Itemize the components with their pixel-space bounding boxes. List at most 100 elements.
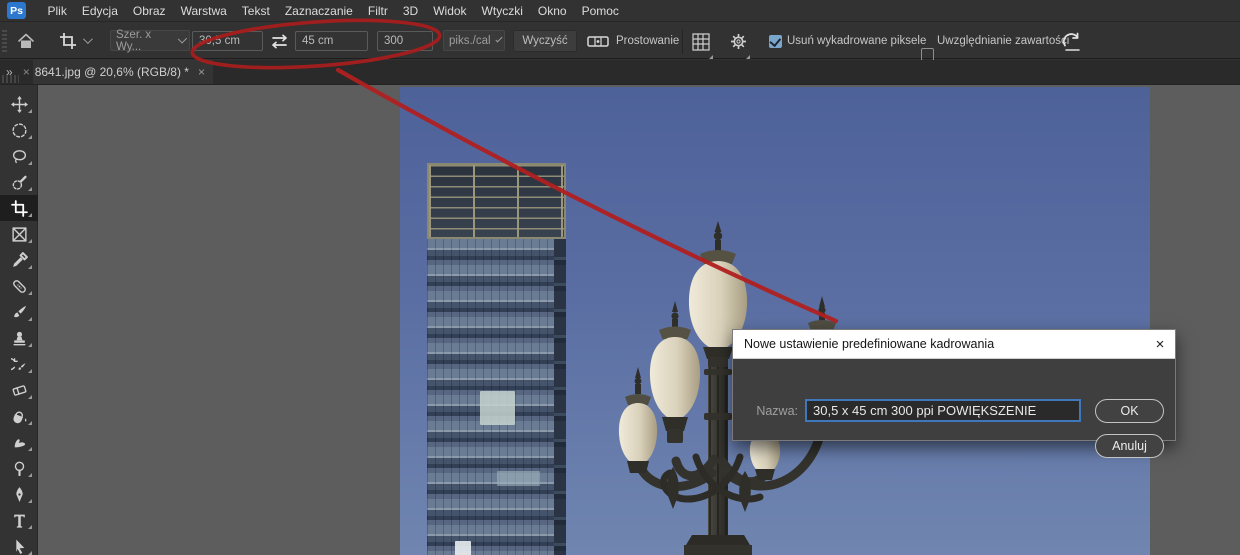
- quick-selection-icon: [11, 174, 28, 191]
- dialog-title-bar[interactable]: Nowe ustawienie predefiniowane kadrowani…: [733, 330, 1175, 359]
- toolbar-grip[interactable]: [2, 75, 19, 83]
- cursor-icon: [11, 538, 28, 555]
- tool-pen[interactable]: [0, 481, 38, 507]
- crop-settings-gear-icon[interactable]: [729, 32, 748, 51]
- tool-dodge[interactable]: [0, 455, 38, 481]
- photoshop-logo-icon: Ps: [7, 2, 26, 19]
- menu-pomoc[interactable]: Pomoc: [574, 0, 626, 22]
- overlay-grid-icon[interactable]: [691, 32, 711, 52]
- lit-window-patch: [455, 541, 471, 555]
- crop-options-bar: Szer. x Wy... piks./cal Wyczyść Prostowa…: [0, 23, 1240, 59]
- workspace: [0, 84, 1240, 555]
- document-tab[interactable]: 8641.jpg @ 20,6% (RGB/8) * ×: [33, 60, 213, 84]
- tool-type[interactable]: [0, 507, 38, 533]
- canvas-image[interactable]: [400, 87, 1150, 555]
- tool-eraser[interactable]: [0, 377, 38, 403]
- preset-chevron-icon: [178, 34, 187, 43]
- gear-flyout-arrow-icon: [746, 55, 750, 59]
- tool-brush[interactable]: [0, 299, 38, 325]
- ok-button[interactable]: OK: [1095, 399, 1164, 423]
- tool-frame[interactable]: [0, 221, 38, 247]
- paint-bucket-icon: [11, 408, 28, 425]
- options-separator: [682, 29, 683, 54]
- unit-chevron-icon: [495, 35, 502, 42]
- tool-lasso[interactable]: [0, 143, 38, 169]
- dialog-title: Nowe ustawienie predefiniowane kadrowani…: [744, 337, 994, 351]
- menu-bar: Ps Plik Edycja Obraz Warstwa Tekst Zazna…: [0, 0, 1240, 22]
- history-brush-icon: [11, 356, 28, 373]
- skyscraper-crown: [427, 163, 566, 239]
- crop-resolution-input[interactable]: [377, 31, 433, 51]
- dialog-close-icon[interactable]: ×: [1145, 330, 1175, 359]
- delete-cropped-pixels-checkbox[interactable]: [769, 35, 782, 48]
- dialog-body: Nazwa: OK Anuluj: [733, 359, 1175, 441]
- tool-paint-bucket[interactable]: [0, 403, 38, 429]
- tool-elliptical-marquee[interactable]: [0, 117, 38, 143]
- stamp-icon: [11, 330, 28, 347]
- eraser-icon: [11, 382, 28, 399]
- menu-okno[interactable]: Okno: [530, 0, 574, 22]
- crop-width-field-wrap: [192, 31, 263, 51]
- lit-window-patch: [497, 471, 540, 486]
- crop-preset-icon[interactable]: [58, 31, 78, 51]
- crop-width-input[interactable]: [192, 31, 263, 51]
- tool-eyedropper[interactable]: [0, 247, 38, 273]
- menu-zaznaczanie[interactable]: Zaznaczanie: [277, 0, 360, 22]
- menu-items: Plik Edycja Obraz Warstwa Tekst Zaznacza…: [40, 0, 626, 22]
- dodge-icon: [11, 460, 28, 477]
- type-icon: [11, 512, 28, 529]
- crop-resolution-field-wrap: [377, 31, 433, 51]
- marquee-icon: [11, 122, 28, 139]
- tab-close-icon[interactable]: ×: [198, 65, 205, 79]
- swap-dimensions-icon[interactable]: [268, 34, 291, 49]
- new-crop-preset-dialog: Nowe ustawienie predefiniowane kadrowani…: [732, 329, 1176, 441]
- grid-flyout-arrow-icon: [709, 55, 713, 59]
- crop-height-input[interactable]: [295, 31, 368, 51]
- smudge-finger-icon: [11, 434, 28, 451]
- skyscraper-side: [554, 239, 566, 555]
- previous-tab-close-icon[interactable]: ×: [23, 65, 30, 79]
- tool-move[interactable]: [0, 91, 38, 117]
- crop-ratio-preset-value: Szer. x Wy...: [116, 29, 173, 53]
- document-tab-label: 8641.jpg @ 20,6% (RGB/8) *: [35, 65, 189, 79]
- crop-icon: [11, 200, 28, 217]
- reset-crop-icon[interactable]: [1061, 31, 1083, 53]
- menu-obraz[interactable]: Obraz: [125, 0, 173, 22]
- tools-panel: [0, 85, 38, 555]
- home-icon[interactable]: [16, 31, 36, 51]
- menu-tekst[interactable]: Tekst: [234, 0, 277, 22]
- tool-history-brush[interactable]: [0, 351, 38, 377]
- crop-preset-chevron-icon[interactable]: [83, 34, 93, 44]
- skyscraper: [427, 163, 566, 555]
- name-label: Nazwa:: [754, 404, 798, 418]
- content-aware-label[interactable]: Uwzględnianie zawartości: [937, 35, 1069, 47]
- options-bar-grip[interactable]: [2, 30, 7, 52]
- menu-warstwa[interactable]: Warstwa: [173, 0, 234, 22]
- eyedropper-icon: [11, 252, 28, 269]
- straighten-level-icon[interactable]: [586, 33, 610, 50]
- menu-wtyczki[interactable]: Wtyczki: [474, 0, 530, 22]
- lit-window-patch: [480, 391, 515, 425]
- tool-spot-healing-brush[interactable]: [0, 273, 38, 299]
- pen-icon: [11, 486, 28, 503]
- cancel-button[interactable]: Anuluj: [1095, 434, 1164, 458]
- tool-direct-selection[interactable]: [0, 533, 38, 555]
- tool-smudge[interactable]: [0, 429, 38, 455]
- delete-cropped-pixels-label[interactable]: Usuń wykadrowane piksele: [787, 35, 926, 47]
- resolution-unit-select[interactable]: piks./cal: [443, 30, 505, 51]
- tool-clone-stamp[interactable]: [0, 325, 38, 351]
- menu-widok[interactable]: Widok: [426, 0, 474, 22]
- straighten-label[interactable]: Prostowanie: [616, 35, 679, 47]
- document-tab-bar: » × 8641.jpg @ 20,6% (RGB/8) * ×: [0, 60, 1240, 84]
- tool-quick-selection[interactable]: [0, 169, 38, 195]
- clear-button[interactable]: Wyczyść: [513, 30, 577, 52]
- menu-edycja[interactable]: Edycja: [74, 0, 125, 22]
- menu-3d[interactable]: 3D: [395, 0, 425, 22]
- menu-filtr[interactable]: Filtr: [360, 0, 395, 22]
- lasso-icon: [11, 148, 28, 165]
- tool-crop[interactable]: [0, 195, 38, 221]
- crop-ratio-preset-select[interactable]: Szer. x Wy...: [110, 30, 190, 51]
- menu-plik[interactable]: Plik: [40, 0, 74, 22]
- move-icon: [11, 96, 28, 113]
- preset-name-input[interactable]: [805, 399, 1081, 422]
